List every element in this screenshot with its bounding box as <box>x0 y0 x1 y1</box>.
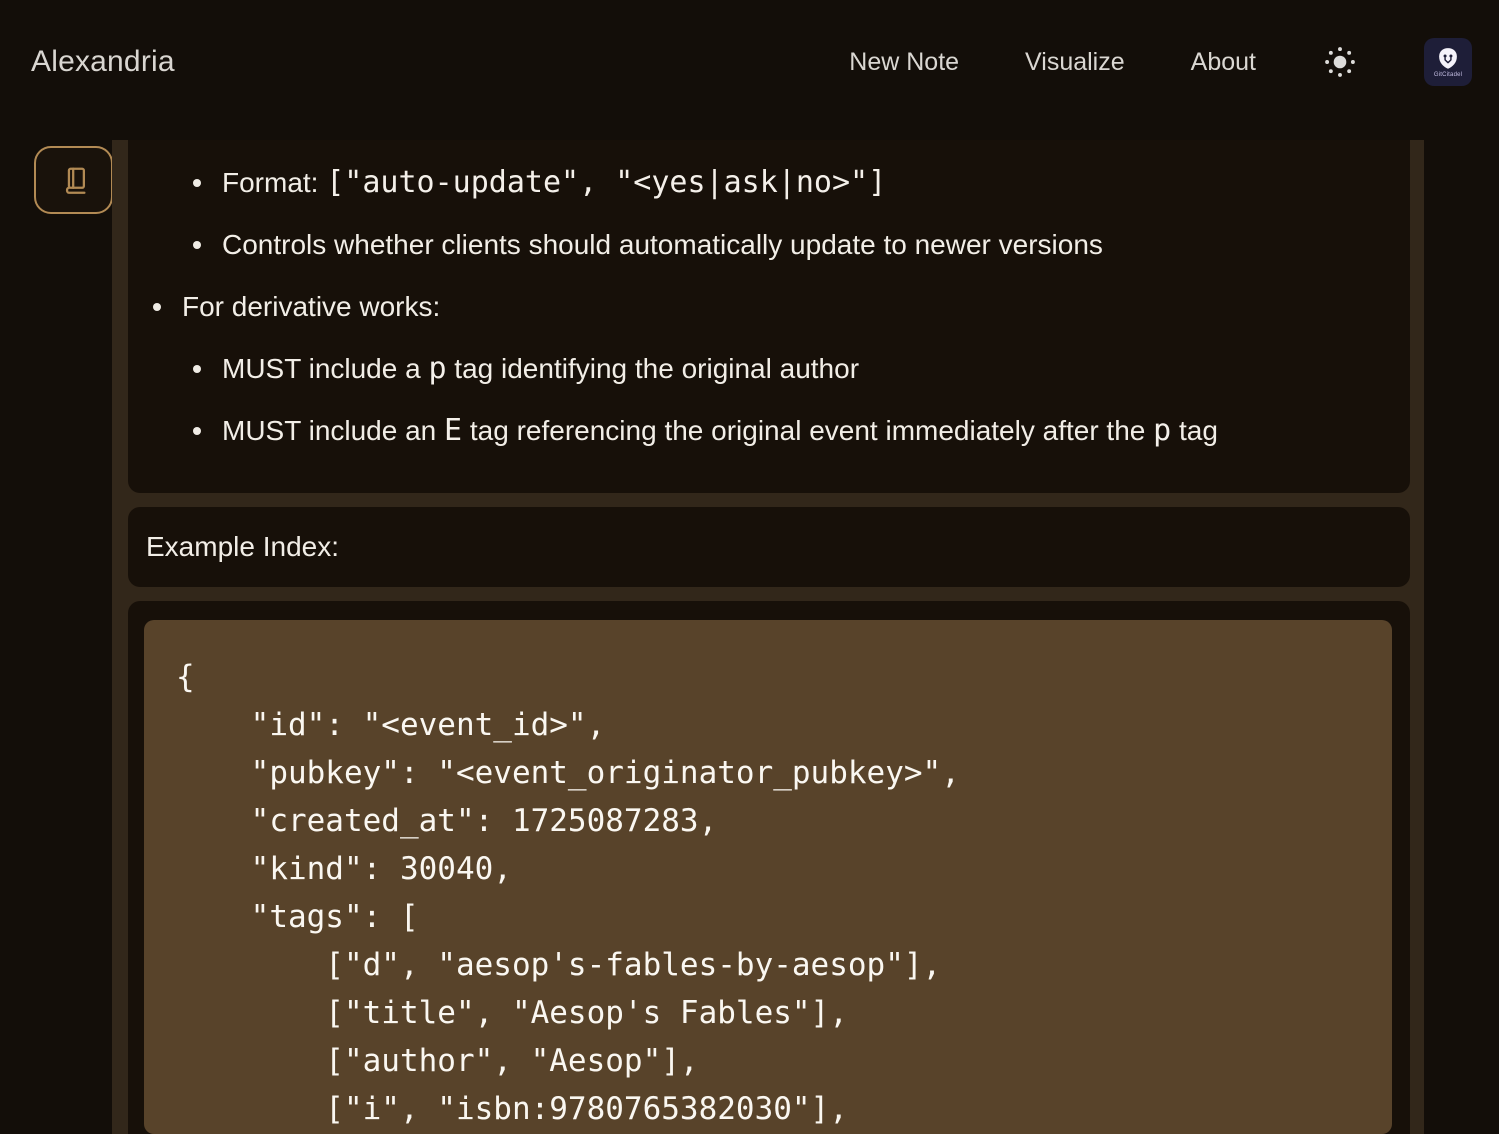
inline-code: ["auto-update", "<yes|ask|no>"] <box>326 165 886 200</box>
book-icon <box>58 164 90 196</box>
code-line: ["i", "isbn:9780765382030"], <box>176 1085 1372 1133</box>
list-item: MUST include a p tag identifying the ori… <box>128 352 1386 386</box>
document-frame: Format: ["auto-update", "<yes|ask|no>"] … <box>112 140 1424 1134</box>
bullet-text: tag referencing the original event immed… <box>462 415 1153 446</box>
inline-code: p <box>428 351 446 386</box>
theme-toggle-button[interactable] <box>1322 44 1358 80</box>
code-line: ["author", "Aesop"], <box>176 1037 1372 1085</box>
bullet-text: For derivative works: <box>182 291 440 322</box>
bullet-text: MUST include a <box>222 353 428 384</box>
code-line: "kind": 30040, <box>176 845 1372 893</box>
json-code-block: { "id": "<event_id>", "pubkey": "<event_… <box>144 620 1392 1134</box>
logo-label: GitCitadel <box>1434 72 1462 78</box>
top-nav: Alexandria New Note Visualize About <box>0 0 1499 140</box>
list-item: MUST include an E tag referencing the or… <box>128 414 1386 448</box>
sun-icon <box>1322 44 1358 80</box>
nav-item-new-note[interactable]: New Note <box>849 48 959 77</box>
code-line: ["d", "aesop's-fables-by-aesop"], <box>176 941 1372 989</box>
gitcitadel-shield-icon <box>1435 47 1461 71</box>
list-item: For derivative works: <box>128 290 1386 324</box>
list-item: Format: ["auto-update", "<yes|ask|no>"] <box>128 166 1386 200</box>
bullet-text: tag identifying the original author <box>447 353 860 384</box>
list-item: Controls whether clients should automati… <box>128 228 1386 262</box>
nav-item-about[interactable]: About <box>1191 48 1256 77</box>
doc-card: Format: ["auto-update", "<yes|ask|no>"] … <box>128 140 1410 493</box>
nav-menu: New Note Visualize About <box>849 38 1472 86</box>
doc-bullet-list: Format: ["auto-update", "<yes|ask|no>"] … <box>128 166 1386 448</box>
code-line: "id": "<event_id>", <box>176 701 1372 749</box>
code-card: { "id": "<event_id>", "pubkey": "<event_… <box>128 601 1410 1134</box>
code-line: "created_at": 1725087283, <box>176 797 1372 845</box>
example-index-label: Example Index: <box>146 531 339 563</box>
bullet-text: Controls whether clients should automati… <box>222 229 1103 260</box>
inline-code: E <box>444 413 462 448</box>
bullet-text: Format: <box>222 167 326 198</box>
left-sidebar <box>0 140 112 1134</box>
toc-book-button[interactable] <box>34 146 113 214</box>
bullet-text: MUST include an <box>222 415 444 446</box>
profile-logo-button[interactable]: GitCitadel <box>1424 38 1472 86</box>
inline-code: p <box>1153 413 1171 448</box>
bullet-text: tag <box>1171 415 1218 446</box>
code-line: { <box>176 653 1372 701</box>
code-line: "pubkey": "<event_originator_pubkey>", <box>176 749 1372 797</box>
content-area: Format: ["auto-update", "<yes|ask|no>"] … <box>0 140 1499 1134</box>
code-line: ["title", "Aesop's Fables"], <box>176 989 1372 1037</box>
nav-item-visualize[interactable]: Visualize <box>1025 48 1125 77</box>
example-label-card: Example Index: <box>128 507 1410 587</box>
code-line: "tags": [ <box>176 893 1372 941</box>
app-title[interactable]: Alexandria <box>31 45 175 79</box>
